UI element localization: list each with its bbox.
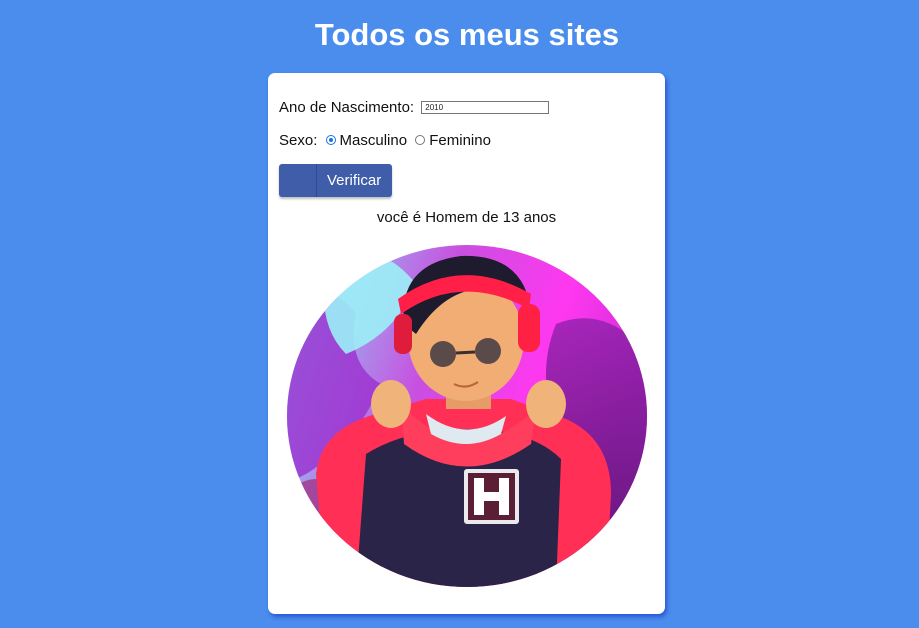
- birth-year-row: Ano de Nascimento: 2010: [279, 99, 550, 117]
- form-card: Ano de Nascimento: 2010 Sexo: Masculino …: [268, 73, 665, 614]
- page-title: Todos os meus sites: [314, 17, 620, 52]
- button-divider: [316, 164, 317, 197]
- result-text: você é Homem de 13 anos: [376, 209, 557, 226]
- verify-button-label: Verificar: [327, 172, 382, 189]
- verify-button[interactable]: Verificar: [279, 164, 392, 197]
- sex-row: Sexo: Masculino Feminino: [279, 132, 491, 150]
- radio-feminino[interactable]: [415, 135, 426, 146]
- radio-masculino[interactable]: [325, 135, 336, 146]
- avatar-image: [287, 245, 647, 587]
- radio-masculino-label[interactable]: Masculino: [340, 132, 408, 149]
- radio-feminino-label[interactable]: Feminino: [429, 132, 491, 149]
- sex-label: Sexo:: [279, 132, 318, 149]
- avatar-illustration: [287, 245, 647, 587]
- birth-year-label: Ano de Nascimento:: [279, 99, 415, 116]
- birth-year-input[interactable]: 2010: [421, 100, 550, 114]
